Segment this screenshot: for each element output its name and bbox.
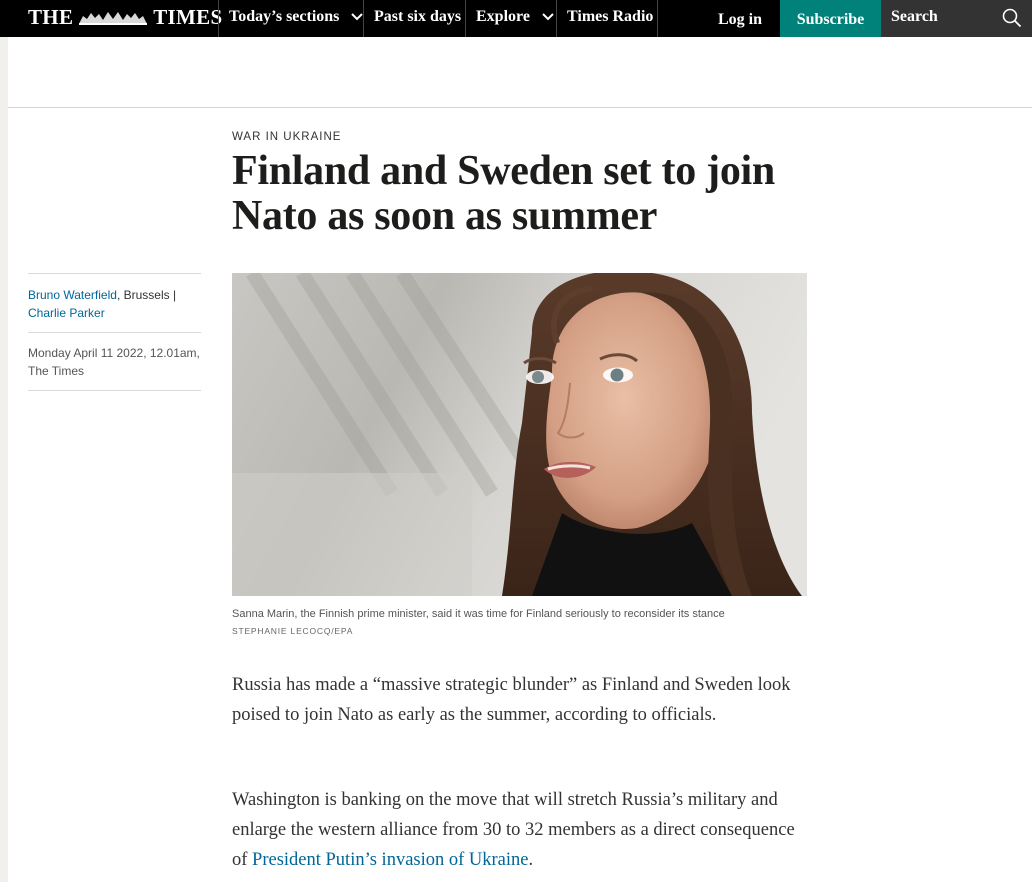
nav-divider [465, 0, 466, 37]
royal-crest-icon [79, 11, 148, 25]
advert-slot [8, 37, 1032, 107]
article-headline: Finland and Sweden set to join Nato as s… [232, 148, 775, 239]
related-article-link[interactable]: President Putin’s invasion of Ukraine [252, 850, 528, 870]
nav-past-six-days[interactable]: Past six days [374, 0, 461, 37]
article-paragraph: Washington is banking on the move that w… [232, 785, 812, 875]
top-navigation-bar: THE TIMES Today’s sections Past six days… [0, 0, 1032, 37]
nav-explore[interactable]: Explore [476, 0, 554, 37]
chevron-down-icon [351, 13, 364, 21]
byline-authors: Bruno Waterfield, Brussels | Charlie Par… [28, 274, 201, 332]
nav-todays-sections[interactable]: Today’s sections [229, 0, 364, 37]
search-icon[interactable] [1002, 8, 1022, 28]
author-link-charlie-parker[interactable]: Charlie Parker [28, 306, 105, 320]
nav-explore-label: Explore [476, 8, 530, 25]
byline-dateline: Monday April 11 2022, 12.01am, The Times [28, 333, 201, 390]
article-paragraph: Russia has made a “massive strategic blu… [232, 675, 791, 725]
portrait-photo [232, 273, 807, 596]
publish-date: Monday April 11 2022, 12.01am, [28, 346, 200, 360]
logo-text-times: TIMES [153, 5, 223, 29]
nav-divider [657, 0, 658, 37]
section-kicker[interactable]: WAR IN UKRAINE [232, 131, 341, 143]
author-link-bruno-waterfield[interactable]: Bruno Waterfield [28, 288, 117, 302]
search-box[interactable]: Search [881, 0, 1032, 37]
nav-divider [556, 0, 557, 37]
byline-divider [28, 390, 201, 391]
nav-divider [363, 0, 364, 37]
times-logo[interactable]: THE TIMES [28, 5, 222, 30]
paragraph-text: . [528, 850, 534, 870]
chevron-down-icon [542, 13, 554, 21]
image-credit: STEPHANIE LECOCQ/EPA [232, 626, 354, 636]
nav-divider [218, 0, 219, 37]
nav-todays-sections-label: Today’s sections [229, 8, 340, 25]
page-left-gutter [0, 37, 8, 882]
search-label: Search [891, 8, 938, 25]
login-button[interactable]: Log in [700, 0, 780, 37]
subscribe-button[interactable]: Subscribe [780, 0, 881, 37]
logo-text-the: THE [28, 5, 74, 29]
publication-name: The Times [28, 364, 85, 378]
image-caption: Sanna Marin, the Finnish prime minister,… [232, 608, 725, 620]
byline-location: , Brussels | [116, 288, 177, 302]
byline-panel: Bruno Waterfield, Brussels | Charlie Par… [28, 273, 201, 391]
article-hero-image [232, 273, 807, 596]
advert-divider [8, 107, 1032, 108]
nav-times-radio[interactable]: Times Radio [567, 0, 653, 37]
